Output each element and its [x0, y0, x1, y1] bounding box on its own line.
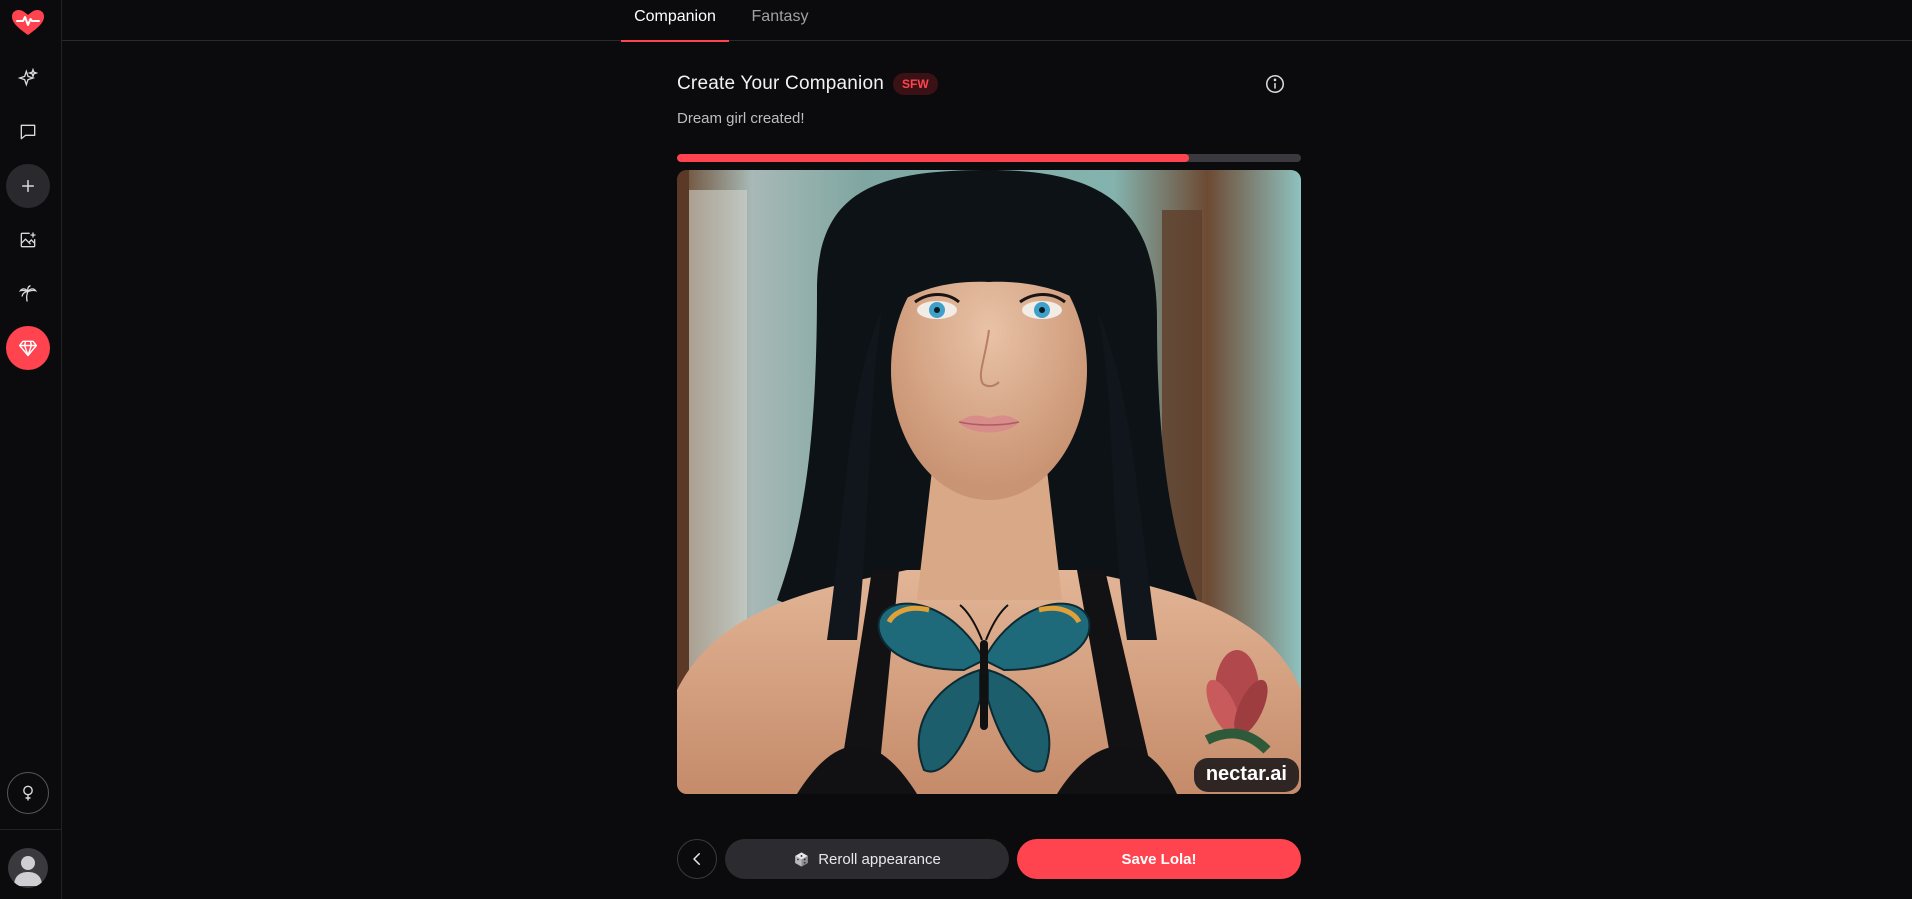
- tab-companion[interactable]: Companion: [621, 0, 729, 42]
- back-button[interactable]: [677, 839, 717, 879]
- status-message: Dream girl created!: [677, 110, 805, 127]
- sidebar-divider: [0, 829, 61, 830]
- top-tab-bar: Companion Fantasy: [62, 0, 1912, 42]
- reroll-label: Reroll appearance: [818, 850, 941, 868]
- watermark: nectar.ai: [1193, 758, 1299, 792]
- female-symbol-icon[interactable]: [7, 772, 49, 814]
- avatar-icon[interactable]: [8, 848, 48, 888]
- chevron-left-icon: [693, 853, 700, 865]
- tab-fantasy[interactable]: Fantasy: [740, 0, 820, 41]
- progress-bar: [677, 154, 1301, 162]
- dice-icon: [795, 851, 809, 867]
- image-add-icon[interactable]: [6, 218, 50, 262]
- chat-bubble-icon[interactable]: [6, 110, 50, 154]
- palm-tree-icon[interactable]: [6, 272, 50, 316]
- title-row: Create Your Companion SFW: [677, 73, 938, 95]
- plus-icon[interactable]: [6, 164, 50, 208]
- info-icon[interactable]: [1264, 73, 1286, 95]
- heart-pulse-logo-icon[interactable]: [11, 9, 45, 37]
- companion-image: nectar.ai: [677, 170, 1301, 794]
- progress-fill: [677, 154, 1189, 162]
- sparkles-icon[interactable]: [6, 56, 50, 100]
- sfw-badge: SFW: [893, 73, 938, 95]
- save-button[interactable]: Save Lola!: [1017, 839, 1301, 879]
- sidebar: [0, 0, 62, 899]
- action-bar: Reroll appearance Save Lola!: [677, 839, 1301, 879]
- page-title: Create Your Companion: [677, 73, 885, 94]
- reroll-appearance-button[interactable]: Reroll appearance: [725, 839, 1009, 879]
- diamond-icon[interactable]: [6, 326, 50, 370]
